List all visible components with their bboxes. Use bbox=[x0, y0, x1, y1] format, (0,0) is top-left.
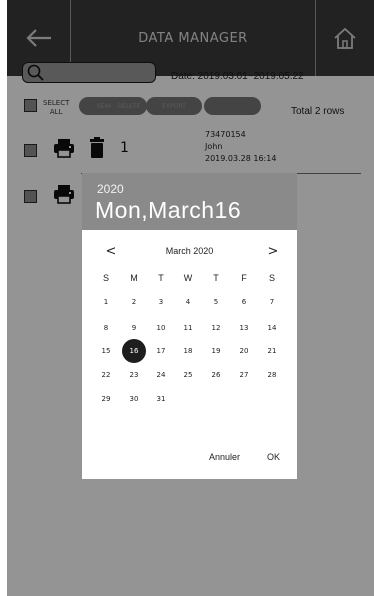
calendar-day[interactable]: 25 bbox=[176, 363, 200, 387]
cancel-button[interactable]: Annuler bbox=[209, 452, 240, 462]
calendar-day[interactable]: 17 bbox=[149, 339, 173, 363]
picker-selected-date: Mon,March16 bbox=[95, 197, 242, 223]
calendar-day[interactable]: 28 bbox=[260, 363, 284, 387]
calendar-day[interactable]: 29 bbox=[94, 387, 118, 411]
calendar-day[interactable]: 22 bbox=[94, 363, 118, 387]
calendar-day[interactable]: 12 bbox=[204, 316, 228, 340]
picker-year[interactable]: 2020 bbox=[97, 182, 124, 196]
weekday-label: T bbox=[213, 273, 219, 283]
calendar-day[interactable]: 8 bbox=[94, 316, 118, 340]
weekday-label: S bbox=[268, 273, 275, 283]
calendar-day[interactable]: 5 bbox=[204, 290, 228, 314]
screen: DATA MANAGER Date: 2019.03.01~2019.05.22… bbox=[0, 0, 374, 596]
date-picker-header: 2020 Mon,March16 bbox=[82, 173, 297, 230]
calendar-day[interactable]: 4 bbox=[176, 290, 200, 314]
weekday-label: W bbox=[183, 273, 193, 283]
calendar-day[interactable]: 9 bbox=[122, 316, 146, 340]
calendar-day[interactable]: 26 bbox=[204, 363, 228, 387]
calendar-day[interactable]: 1 bbox=[94, 290, 118, 314]
calendar-day[interactable]: 7 bbox=[260, 290, 284, 314]
calendar-day[interactable]: 14 bbox=[260, 316, 284, 340]
weekday-label: M bbox=[130, 273, 138, 283]
calendar-day[interactable]: 11 bbox=[176, 316, 200, 340]
calendar-day[interactable]: 31 bbox=[149, 387, 173, 411]
calendar-day[interactable]: 3 bbox=[149, 290, 173, 314]
calendar-day[interactable]: 2 bbox=[122, 290, 146, 314]
calendar-day[interactable]: 19 bbox=[204, 339, 228, 363]
calendar-day[interactable]: 27 bbox=[232, 363, 256, 387]
date-picker-dialog: 2020 Mon,March16 < March 2020 > SMTWTFS … bbox=[82, 173, 297, 479]
calendar-day[interactable]: 21 bbox=[260, 339, 284, 363]
calendar-day[interactable]: 30 bbox=[122, 387, 146, 411]
calendar-day[interactable]: 15 bbox=[94, 339, 118, 363]
calendar-day-selected[interactable]: 16 bbox=[122, 339, 146, 363]
calendar-day[interactable]: 13 bbox=[232, 316, 256, 340]
app-window: DATA MANAGER Date: 2019.03.01~2019.05.22… bbox=[7, 0, 374, 596]
weekday-label: F bbox=[241, 273, 247, 283]
calendar-day[interactable]: 10 bbox=[149, 316, 173, 340]
weekday-label: T bbox=[158, 273, 164, 283]
calendar-day[interactable]: 24 bbox=[149, 363, 173, 387]
month-label: March 2020 bbox=[165, 246, 214, 256]
calendar-day[interactable]: 23 bbox=[122, 363, 146, 387]
ok-button[interactable]: OK bbox=[267, 452, 280, 462]
calendar-day[interactable]: 6 bbox=[232, 290, 256, 314]
next-month-button[interactable]: > bbox=[266, 244, 280, 259]
weekday-label: S bbox=[102, 273, 109, 283]
calendar-day[interactable]: 20 bbox=[232, 339, 256, 363]
calendar-day[interactable]: 18 bbox=[176, 339, 200, 363]
